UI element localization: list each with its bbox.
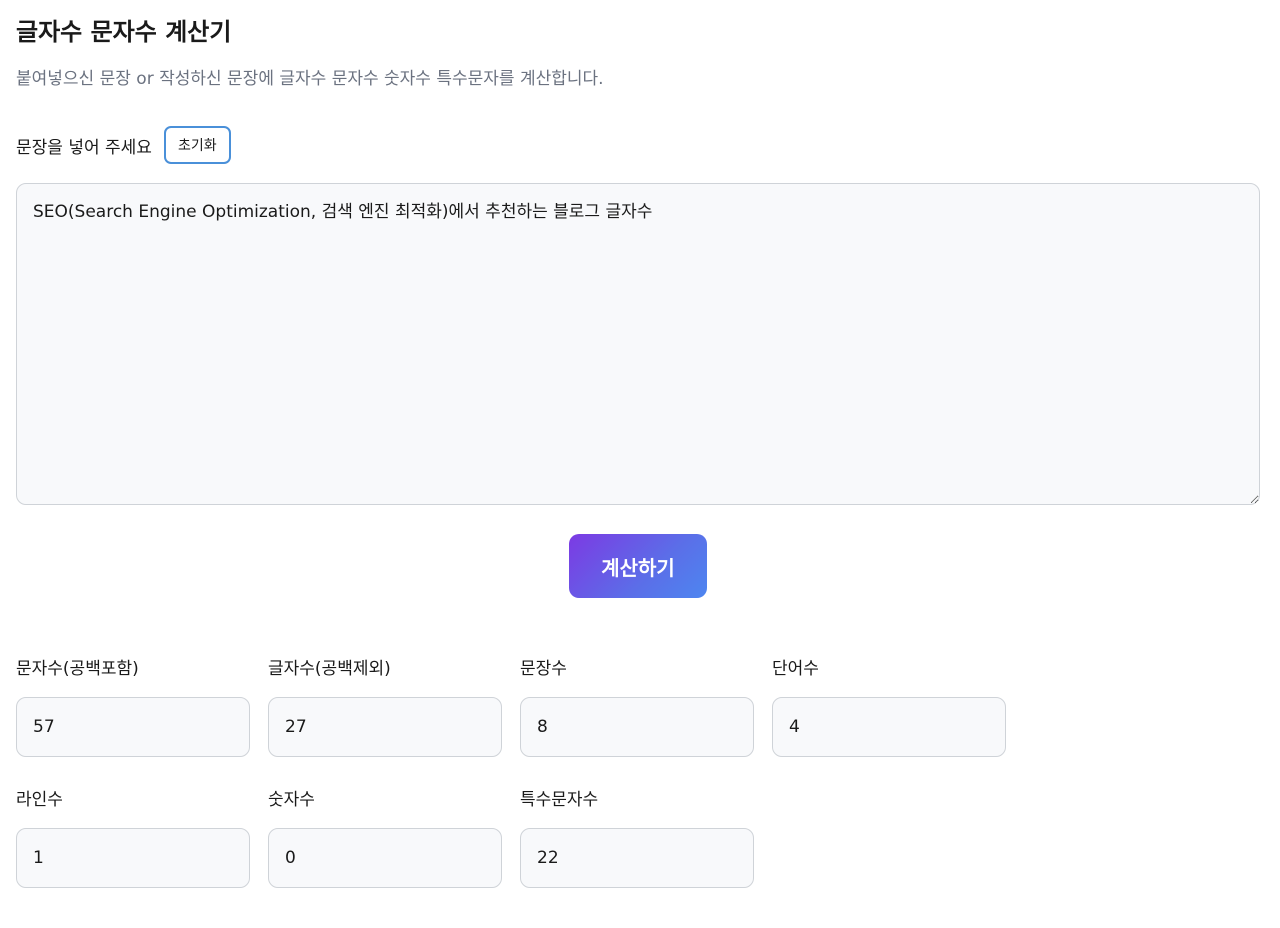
result-label: 문자수(공백포함) bbox=[16, 659, 139, 679]
calculate-button[interactable]: 계산하기 bbox=[569, 534, 707, 598]
input-label: 문장을 넣어 주세요 bbox=[16, 137, 152, 158]
line-count-field[interactable] bbox=[16, 828, 250, 888]
sentence-textarea[interactable]: SEO(Search Engine Optimization, 검색 엔진 최적… bbox=[16, 183, 1260, 505]
char-count-without-spaces-field[interactable] bbox=[268, 697, 502, 757]
result-char-count-without-spaces: 글자수(공백제외) bbox=[268, 657, 502, 757]
result-label: 문장수 bbox=[520, 659, 567, 679]
result-sentence-count: 문장수 bbox=[520, 657, 754, 757]
word-count-field[interactable] bbox=[772, 697, 1006, 757]
result-word-count: 단어수 bbox=[772, 657, 1006, 757]
result-special-char-count: 특수문자수 bbox=[520, 788, 754, 888]
page-title: 글자수 문자수 계산기 bbox=[16, 18, 232, 46]
special-char-count-field[interactable] bbox=[520, 828, 754, 888]
sentence-count-field[interactable] bbox=[520, 697, 754, 757]
page-subtitle: 붙여넣으신 문장 or 작성하신 문장에 글자수 문자수 숫자수 특수문자를 계… bbox=[16, 69, 604, 89]
result-label: 라인수 bbox=[16, 790, 63, 810]
result-label: 단어수 bbox=[772, 659, 819, 679]
result-char-count-with-spaces: 문자수(공백포함) bbox=[16, 657, 250, 757]
reset-button[interactable]: 초기화 bbox=[163, 126, 231, 164]
result-label: 특수문자수 bbox=[520, 790, 599, 810]
result-line-count: 라인수 bbox=[16, 788, 250, 888]
result-label: 숫자수 bbox=[268, 790, 315, 810]
result-label: 글자수(공백제외) bbox=[268, 659, 391, 679]
char-count-with-spaces-field[interactable] bbox=[16, 697, 250, 757]
digit-count-field[interactable] bbox=[268, 828, 502, 888]
input-label-row: 문장을 넣어 주세요 초기화 bbox=[16, 125, 231, 165]
result-digit-count: 숫자수 bbox=[268, 788, 502, 888]
